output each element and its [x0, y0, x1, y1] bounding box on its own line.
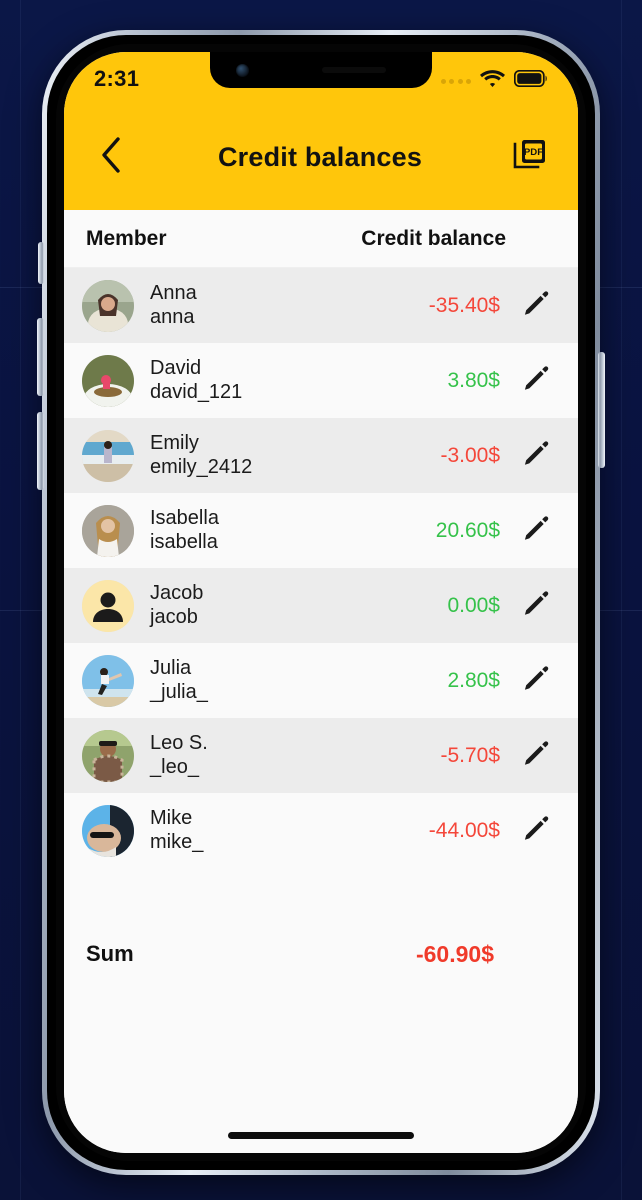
backdrop-seam	[20, 0, 21, 1200]
avatar	[82, 429, 134, 482]
table-row[interactable]: Leo S. _leo_ -5.70$	[64, 718, 578, 793]
pencil-icon	[520, 437, 552, 474]
mute-switch-button[interactable]	[38, 242, 44, 284]
member-display-name: David	[150, 356, 202, 379]
app-bar: Credit balances PDF	[64, 104, 578, 210]
member-names: Anna anna	[150, 282, 197, 329]
member-names: Julia _julia_	[150, 657, 208, 704]
pencil-icon	[520, 287, 552, 324]
avatar	[82, 579, 134, 632]
member-names: Leo S. _leo_	[150, 732, 208, 779]
member-display-name: Emily	[150, 431, 199, 454]
table-row[interactable]: Emily emily_2412 -3.00$	[64, 418, 578, 493]
table-row[interactable]: Jacob jacob 0.00$	[64, 568, 578, 643]
edit-balance-button[interactable]	[516, 511, 556, 551]
volume-down-button[interactable]	[37, 412, 44, 490]
edit-balance-button[interactable]	[516, 661, 556, 701]
member-display-name: Anna	[150, 281, 197, 304]
table-row[interactable]: Anna anna -35.40$	[64, 268, 578, 343]
status-bar-indicators	[440, 69, 549, 93]
credit-balance-amount: -5.70$	[440, 743, 500, 767]
credit-balance-amount: -44.00$	[428, 818, 500, 842]
edit-balance-button[interactable]	[516, 586, 556, 626]
home-indicator[interactable]	[228, 1132, 414, 1139]
avatar	[82, 804, 134, 857]
avatar	[82, 354, 134, 407]
avatar	[82, 504, 134, 557]
front-camera-icon	[236, 64, 249, 77]
credit-balance-amount: 20.60$	[435, 518, 500, 542]
member-handle: isabella	[150, 530, 218, 553]
column-header-balance: Credit balance	[361, 226, 506, 250]
cellular-dots-icon	[440, 78, 471, 84]
edit-balance-button[interactable]	[516, 436, 556, 476]
table-row[interactable]: Mike mike_ -44.00$	[64, 793, 578, 868]
table-row[interactable]: Isabella isabella 20.60$	[64, 493, 578, 568]
pencil-icon	[520, 812, 552, 849]
edit-balance-button[interactable]	[516, 811, 556, 851]
table-row[interactable]: Julia _julia_ 2.80$	[64, 643, 578, 718]
svg-text:PDF: PDF	[524, 147, 543, 158]
battery-full-icon	[513, 69, 548, 92]
avatar	[82, 729, 134, 782]
member-handle: mike_	[150, 830, 204, 853]
member-handle: jacob	[150, 605, 198, 628]
back-button[interactable]	[90, 136, 132, 178]
member-handle: _leo_	[150, 755, 199, 778]
avatar	[82, 279, 134, 332]
credit-balance-amount: 2.80$	[447, 668, 500, 692]
pencil-icon	[520, 362, 552, 399]
member-list: Anna anna -35.40$ David david_121 3.80$ …	[64, 268, 578, 868]
pencil-icon	[520, 737, 552, 774]
pdf-export-icon: PDF	[513, 138, 547, 177]
member-display-name: Mike	[150, 806, 193, 829]
member-handle: emily_2412	[150, 455, 253, 478]
list-header: Member Credit balance	[64, 210, 578, 268]
pencil-icon	[520, 587, 552, 624]
phone-device: 2:31 Credit balances PDF Member Credit b…	[37, 30, 605, 1175]
sum-row: Sum -60.90$	[64, 918, 578, 990]
credit-balance-amount: -35.40$	[428, 293, 500, 317]
member-names: David david_121	[150, 357, 242, 404]
member-display-name: Julia	[150, 656, 192, 679]
credit-balance-amount: 3.80$	[447, 368, 500, 392]
avatar	[82, 654, 134, 707]
chevron-left-icon	[100, 136, 122, 178]
column-header-member: Member	[86, 226, 167, 250]
sum-value: -60.90$	[415, 940, 494, 967]
sum-label: Sum	[86, 941, 134, 966]
page-title: Credit balances	[217, 141, 423, 172]
member-names: Jacob jacob	[150, 582, 203, 629]
member-handle: david_121	[150, 380, 243, 403]
backdrop-seam	[621, 0, 622, 1200]
member-handle: anna	[150, 305, 195, 328]
member-display-name: Isabella	[150, 506, 219, 529]
status-bar-clock: 2:31	[94, 66, 140, 91]
edit-balance-button[interactable]	[516, 736, 556, 776]
pencil-icon	[520, 662, 552, 699]
balances-content: Member Credit balance Anna anna -35.40$ …	[64, 210, 578, 1153]
phone-screen: 2:31 Credit balances PDF Member Credit b…	[64, 52, 578, 1153]
earpiece-speaker	[322, 67, 386, 73]
pencil-icon	[520, 512, 552, 549]
member-names: Mike mike_	[150, 807, 203, 854]
wifi-icon	[480, 69, 505, 93]
table-row[interactable]: David david_121 3.80$	[64, 343, 578, 418]
member-names: Emily emily_2412	[150, 432, 252, 479]
credit-balance-amount: 0.00$	[447, 593, 500, 617]
member-display-name: Leo S.	[150, 731, 208, 754]
member-handle: _julia_	[150, 680, 208, 703]
member-names: Isabella isabella	[150, 507, 219, 554]
phone-notch	[210, 52, 432, 88]
edit-balance-button[interactable]	[516, 361, 556, 401]
volume-up-button[interactable]	[37, 318, 44, 396]
power-button[interactable]	[598, 352, 605, 468]
pdf-export-button[interactable]: PDF	[508, 135, 552, 179]
credit-balance-amount: -3.00$	[440, 443, 500, 467]
edit-balance-button[interactable]	[516, 286, 556, 326]
member-display-name: Jacob	[150, 581, 204, 604]
